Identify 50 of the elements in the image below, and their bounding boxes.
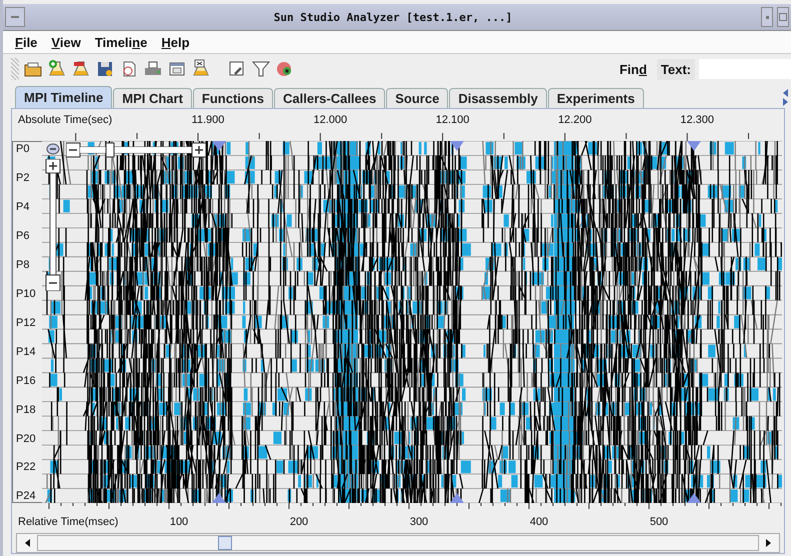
tab[interactable]: Functions [192,88,274,108]
axis-title: Relative Time(msec) [18,516,118,528]
tick-label: 200 [290,516,308,528]
tab[interactable]: MPI Chart [113,88,192,108]
tab[interactable]: Disassembly [449,88,547,108]
row-label: P12 [16,316,36,329]
tick-label: 100 [170,516,188,528]
row-label: P14 [16,346,36,358]
row-label: P22 [16,461,36,474]
menu-item[interactable]: View [51,34,81,50]
tick-label: 12.300 [680,114,714,126]
maximize-button[interactable] [777,7,789,27]
row-label: P20 [16,432,36,445]
scrollbar-thumb[interactable] [218,536,232,550]
zoom-in-icon[interactable] [46,159,60,174]
row-label: P16 [16,374,36,387]
tick-label: 300 [410,516,428,528]
menu-item[interactable]: File [15,34,38,50]
window-menu-button[interactable] [5,7,25,27]
text-label: Text: [656,58,695,80]
horizontal-scrollbar[interactable] [16,533,780,553]
row-label: P2 [16,172,30,184]
row-label: P8 [16,258,30,271]
toolbar-grip-icon [11,58,19,80]
tab[interactable]: Source [386,88,448,108]
menu-item[interactable]: Help [161,34,190,50]
zoom-slider[interactable] [66,142,206,158]
tick-label: 12.100 [436,114,470,126]
zoom-out-icon[interactable] [46,274,60,291]
tab-scroll-arrows-icon[interactable] [781,87,789,107]
tick-label: 11.900 [192,114,224,126]
row-label: P18 [16,404,36,416]
menu-item[interactable]: Timeline [94,34,148,50]
row-label: P10 [16,288,36,300]
axis-title: Absolute Time(sec) [18,114,112,126]
window-title: Sun Studio Analyzer [test.1.er, ...] [272,10,514,24]
find-label: Find [619,62,647,76]
filter-icon[interactable] [251,59,271,79]
row-label: P6 [16,230,30,242]
row-label: P4 [16,200,30,213]
tick-label: 400 [530,516,548,528]
tick-label: 500 [650,516,668,528]
minimize-button[interactable] [761,7,773,27]
tab[interactable]: Callers-Callees [274,88,386,108]
row-label: P0 [16,143,30,155]
tick-label: 12.000 [313,114,348,126]
tab[interactable]: MPI Timeline [15,86,112,108]
tab[interactable]: Experiments [548,88,644,108]
row-label: P24 [16,490,36,502]
tick-label: 12.200 [558,114,592,126]
